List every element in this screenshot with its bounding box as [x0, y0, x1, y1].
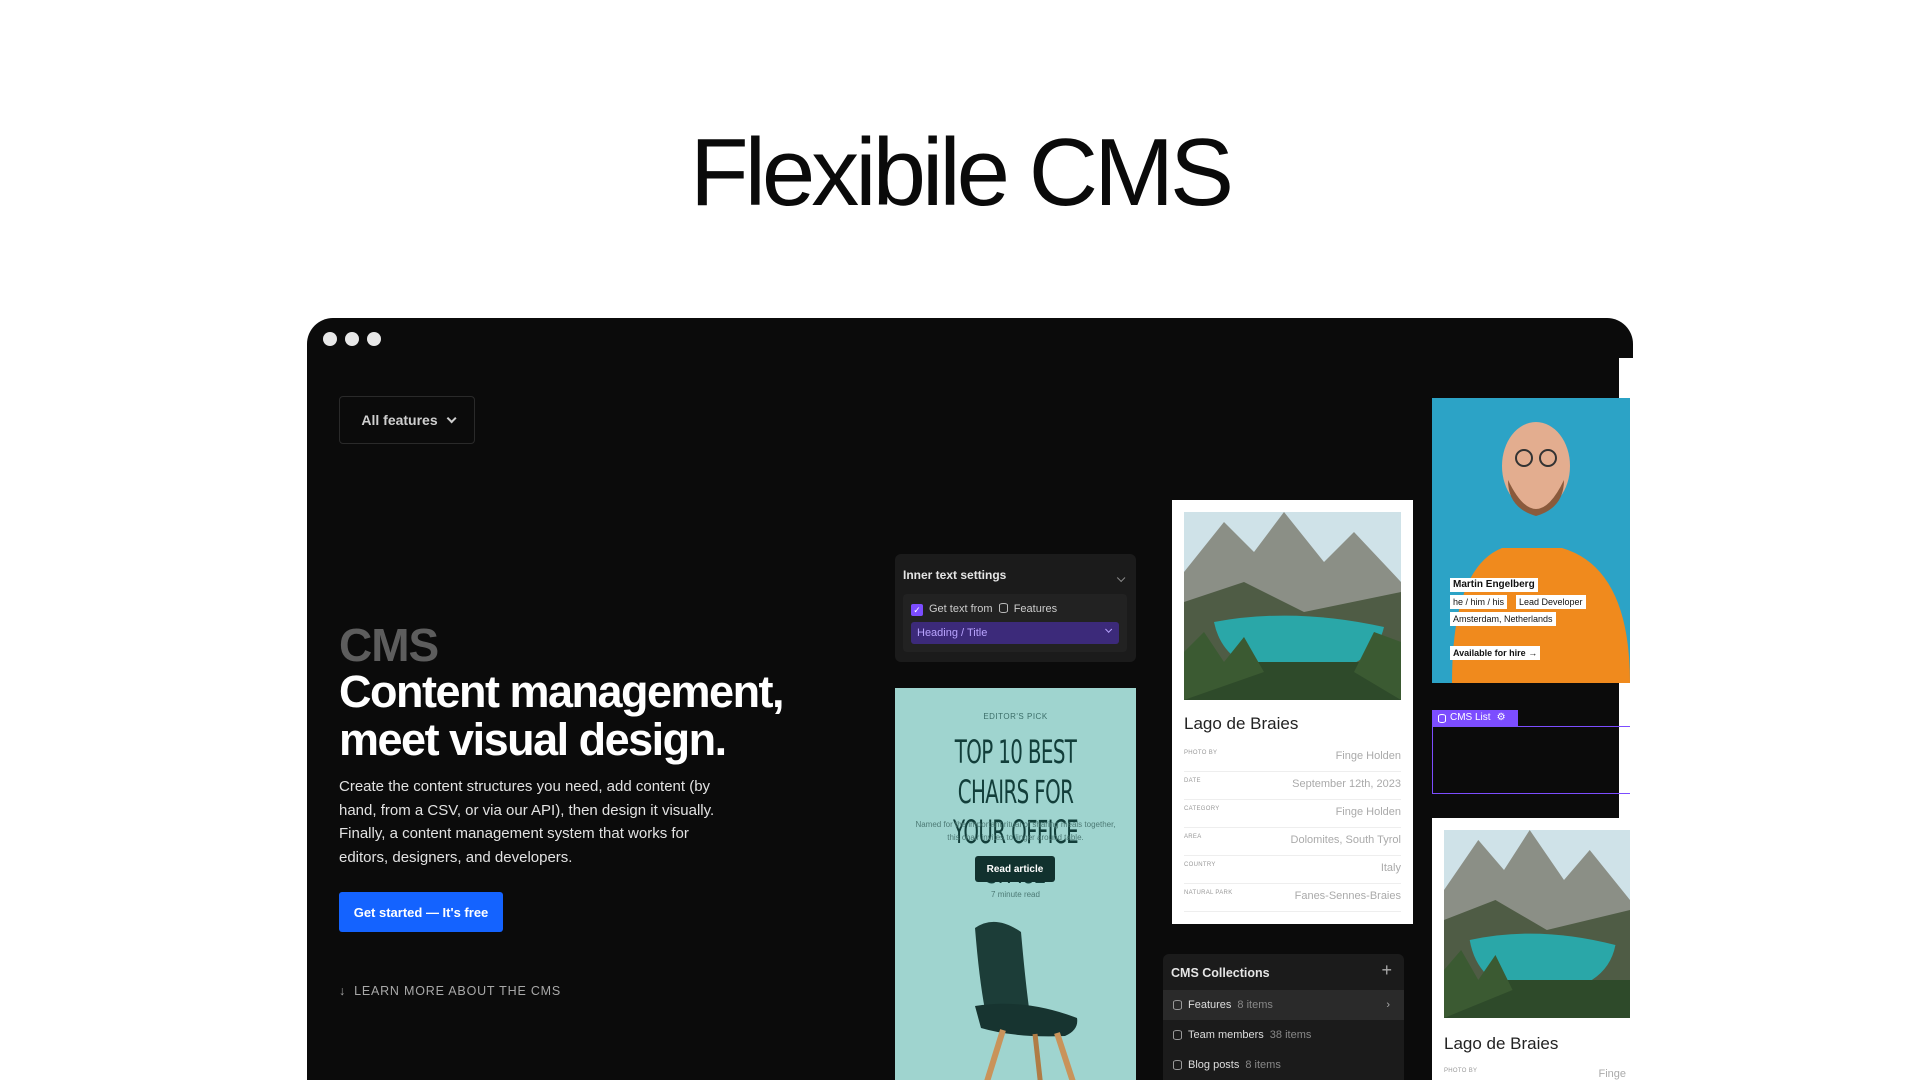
database-icon [1173, 1060, 1182, 1070]
collections-title: CMS Collections [1171, 966, 1270, 980]
meta-value: Dolomites, South Tyrol [1290, 834, 1401, 846]
location-card-2: Lago de Braies PHOTO BY Finge [1432, 818, 1630, 1080]
collection-count: 38 items [1269, 1029, 1312, 1041]
database-icon [998, 603, 1008, 613]
cms-list-label: CMS List [1450, 712, 1491, 723]
field-select-value: Heading / Title [917, 627, 988, 639]
get-text-from-text: Get text from [929, 603, 993, 615]
location-name: Lago de Braies [1184, 714, 1299, 733]
get-text-checkbox[interactable]: ✓ [911, 604, 923, 616]
hero-headline: Content management, meet visual design. [339, 666, 785, 765]
collection-item[interactable]: Blog posts 8 items [1163, 1050, 1404, 1080]
profile-pronouns: he / him / his [1450, 595, 1508, 609]
article-card: EDITOR'S PICK TOP 10 BEST CHAIRS FOR YOU… [895, 688, 1136, 1080]
meta-row: PHOTO BY Finge Holden [1184, 744, 1401, 772]
all-features-dropdown[interactable]: All features [339, 396, 475, 444]
meta-label: AREA [1184, 834, 1202, 840]
page-title: Flexibile CMS [689, 119, 1234, 226]
meta-label: PHOTO BY [1444, 1068, 1478, 1074]
meta-row: COUNTRY Italy [1184, 856, 1401, 884]
meta-value: Finge Holden [1335, 806, 1401, 818]
meta-value: Finge Holden [1335, 750, 1401, 762]
hero-body: Create the content structures you need, … [339, 778, 715, 866]
profile-name: Martin Engelberg [1450, 578, 1538, 592]
collection-item[interactable]: Features 8 items › [1163, 990, 1404, 1020]
collection-name: Blog posts [1188, 1059, 1240, 1071]
collection-count: 8 items [1237, 999, 1273, 1011]
meta-row: DATE September 12th, 2023 [1184, 772, 1401, 800]
cms-collections-panel: CMS Collections + Features 8 items › Tea… [1163, 954, 1404, 1080]
add-collection-icon[interactable]: + [1381, 960, 1392, 981]
source-collection: Features [1013, 603, 1058, 615]
browser-window: All features CMS Content management, mee… [307, 318, 1633, 1080]
learn-more-label: LEARN MORE ABOUT THE CMS [354, 984, 562, 998]
window-dot-close[interactable] [323, 332, 337, 346]
cms-list-frame[interactable] [1432, 726, 1630, 794]
get-started-button[interactable]: Get started — It's free [339, 892, 503, 932]
section-eyebrow: CMS [339, 619, 439, 671]
field-select[interactable]: Heading / Title [911, 622, 1119, 644]
meta-label: COUNTRY [1184, 862, 1216, 868]
database-icon [1173, 1030, 1182, 1040]
meta-value: Fanes-Sennes-Braies [1294, 890, 1401, 902]
available-for-hire-link[interactable]: Available for hire → [1450, 646, 1541, 660]
meta-value: Italy [1380, 862, 1401, 874]
location-name: Lago de Braies [1444, 1034, 1559, 1053]
profile-location: Amsterdam, Netherlands [1450, 612, 1556, 626]
profile-card: Martin Engelberg he / him / his Lead Dev… [1432, 398, 1630, 683]
get-text-label: Get text from Features [929, 603, 1057, 615]
meta-row: NATURAL PARK Fanes-Sennes-Braies [1184, 884, 1401, 912]
article-tag: EDITOR'S PICK [983, 712, 1048, 721]
window-dot-minimize[interactable] [345, 332, 359, 346]
window-dot-maximize[interactable] [367, 332, 381, 346]
database-icon [1438, 713, 1446, 723]
all-features-label: All features [361, 412, 438, 428]
chevron-down-icon[interactable] [1116, 570, 1126, 588]
meta-label: PHOTO BY [1184, 750, 1218, 756]
chair-image [975, 921, 1078, 1080]
collection-name: Features [1188, 999, 1232, 1011]
collection-count: 8 items [1245, 1059, 1281, 1071]
chevron-down-icon [1105, 625, 1113, 633]
lake-photo [1444, 830, 1630, 1018]
meta-row: CATEGORY Finge Holden [1184, 800, 1401, 828]
learn-more-link[interactable]: ↓ LEARN MORE ABOUT THE CMS [339, 984, 561, 998]
article-read-time: 7 minute read [991, 890, 1040, 899]
location-card: Lago de Braies PHOTO BY Finge Holden DATE S… [1172, 500, 1413, 924]
meta-label: DATE [1184, 778, 1201, 784]
inner-text-settings-panel: Inner text settings ✓ Get text from Feat… [895, 554, 1136, 662]
meta-value: September 12th, 2023 [1292, 778, 1401, 790]
text-source-group: ✓ Get text from Features Heading / Title [903, 594, 1127, 652]
article-subtitle: Named for the important ritual of sharin… [915, 820, 1116, 842]
database-icon [1173, 1000, 1182, 1010]
chevron-down-icon [446, 412, 457, 423]
gear-icon: ⚙ [1496, 712, 1506, 723]
profile-photo [1432, 398, 1630, 683]
meta-value: Finge [1598, 1068, 1626, 1080]
collection-item[interactable]: Team members 38 items [1163, 1020, 1404, 1050]
panel-title: Inner text settings [903, 568, 1007, 582]
lake-photo [1184, 512, 1401, 700]
chevron-right-icon: › [1386, 999, 1390, 1011]
arrow-down-icon: ↓ [339, 984, 347, 998]
profile-role: Lead Developer [1516, 595, 1586, 609]
collection-name: Team members [1188, 1029, 1264, 1041]
meta-row: PHOTO BY Finge [1444, 1062, 1630, 1080]
meta-label: NATURAL PARK [1184, 890, 1233, 896]
read-article-button[interactable]: Read article [975, 856, 1055, 882]
meta-row: AREA Dolomites, South Tyrol [1184, 828, 1401, 856]
cms-list-badge[interactable]: CMS List ⚙ [1432, 710, 1518, 726]
meta-label: CATEGORY [1184, 806, 1220, 812]
